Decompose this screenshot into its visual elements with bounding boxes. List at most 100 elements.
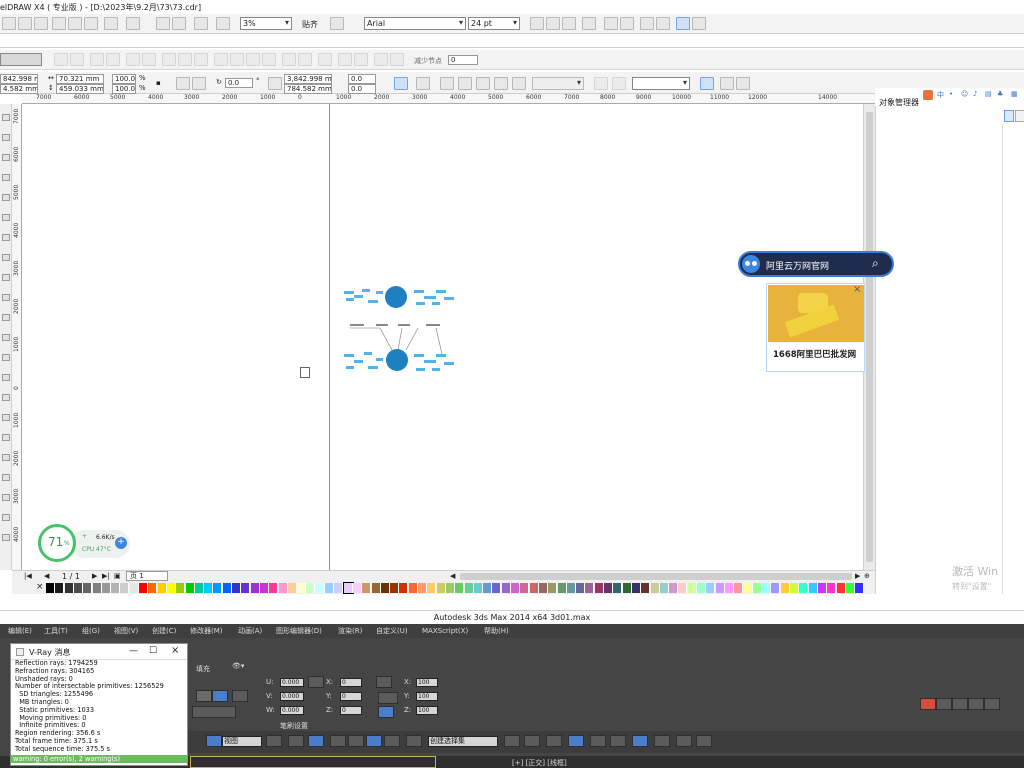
wrap-icon[interactable] — [512, 77, 526, 90]
palette-swatch[interactable] — [278, 583, 288, 593]
palette-swatch[interactable] — [464, 583, 474, 593]
auto-close-icon[interactable] — [262, 53, 276, 66]
style-select[interactable] — [532, 77, 584, 90]
y-position-input[interactable]: 4.582 mm — [0, 84, 38, 94]
outline-icon[interactable] — [458, 77, 472, 90]
palette-swatch[interactable] — [306, 583, 316, 593]
height-input[interactable]: 459.033 mm — [56, 84, 104, 94]
color-eyedropper-icon[interactable] — [720, 77, 734, 90]
palette-swatch[interactable] — [687, 583, 697, 593]
options-icon[interactable] — [330, 17, 344, 30]
unlock-icon[interactable] — [612, 77, 626, 90]
scale-y-input[interactable]: 100 — [416, 692, 438, 701]
palette-swatch[interactable] — [297, 583, 307, 593]
palette-swatch[interactable] — [501, 583, 511, 593]
max-menu-item[interactable]: 动画(A) — [238, 624, 262, 638]
align-icon[interactable] — [378, 706, 394, 718]
ime-keyboard-icon[interactable]: ▤ — [985, 90, 992, 98]
viewport-label[interactable]: [+] [正交] [线框] — [512, 758, 567, 768]
import-icon[interactable] — [156, 17, 170, 30]
palette-swatch[interactable] — [185, 583, 195, 593]
scroll-right-icon[interactable]: ▶ — [855, 572, 860, 580]
palette-swatch[interactable] — [352, 583, 362, 593]
palette-swatch[interactable] — [706, 583, 716, 593]
color-balance-icon[interactable] — [736, 77, 750, 90]
open-icon[interactable] — [18, 17, 32, 30]
palette-swatch[interactable] — [650, 583, 660, 593]
drawing-canvas[interactable] — [22, 104, 863, 570]
ime-logo-icon[interactable] — [923, 90, 933, 100]
ime-punct-icon[interactable]: • — [949, 90, 953, 98]
axis-y-button[interactable] — [196, 690, 212, 702]
palette-swatch[interactable] — [529, 583, 539, 593]
palette-swatch[interactable] — [697, 583, 706, 593]
palette-swatch[interactable] — [557, 583, 567, 593]
palette-swatch[interactable] — [250, 583, 260, 593]
pen-settings-label[interactable]: 笔刷设置 — [280, 721, 308, 731]
toolbox-tool-icon[interactable] — [2, 414, 10, 421]
object-y-input[interactable]: 784.582 mm — [284, 84, 332, 94]
eye-icon[interactable]: 👁▾ — [232, 662, 244, 670]
palette-swatch[interactable] — [817, 583, 827, 593]
palette-swatch[interactable] — [176, 583, 186, 593]
palette-swatch[interactable] — [46, 583, 55, 593]
max-menu-item[interactable]: 视图(V) — [114, 624, 138, 638]
cut-icon[interactable] — [52, 17, 66, 30]
palette-swatch[interactable] — [715, 583, 725, 593]
toolbox-tool-icon[interactable] — [2, 174, 10, 181]
app-launcher-icon[interactable] — [194, 17, 208, 30]
break-curve-icon[interactable] — [106, 53, 120, 66]
scroll-left-icon[interactable]: ◀ — [450, 572, 455, 580]
palette-swatch[interactable] — [520, 583, 530, 593]
hand-tool-icon[interactable] — [700, 77, 714, 90]
render-icon[interactable] — [696, 735, 712, 747]
axis-plane-button[interactable] — [232, 690, 248, 702]
toolbox-tool-icon[interactable] — [2, 214, 10, 221]
palette-swatch[interactable] — [380, 583, 390, 593]
first-page-icon[interactable]: |◀ — [24, 572, 32, 580]
palette-swatch[interactable] — [194, 583, 204, 593]
align-tool-icon[interactable] — [524, 735, 540, 747]
palette-swatch[interactable] — [780, 583, 790, 593]
toolbox-tool-icon[interactable] — [2, 254, 10, 261]
toolbox-tool-icon[interactable] — [2, 394, 10, 401]
toolbox-tool-icon[interactable] — [2, 154, 10, 161]
rotation-angle-input[interactable]: 0.0 — [225, 78, 253, 88]
snap-to-label[interactable]: 贴齐 — [302, 19, 318, 30]
angle-tool-icon[interactable] — [348, 735, 364, 747]
underline-icon[interactable] — [562, 17, 576, 30]
max-menu-item[interactable]: 组(G) — [82, 624, 100, 638]
palette-swatch[interactable] — [836, 583, 846, 593]
palette-swatch[interactable] — [64, 583, 74, 593]
to-curve-icon[interactable] — [142, 53, 156, 66]
axis-constraint-icon[interactable] — [378, 692, 398, 704]
palette-swatch[interactable] — [455, 583, 465, 593]
palette-swatch[interactable] — [315, 583, 325, 593]
close-icon[interactable]: × — [171, 645, 179, 656]
palette-swatch[interactable] — [483, 583, 493, 593]
palette-swatch[interactable] — [511, 583, 520, 593]
dropcap-icon[interactable] — [620, 17, 634, 30]
palette-swatch[interactable] — [418, 583, 427, 593]
toolbox-tool-icon[interactable] — [2, 354, 10, 361]
object-x-input[interactable]: 3,842.998 mm — [284, 74, 332, 84]
join-nodes-icon[interactable] — [90, 53, 104, 66]
palette-swatch[interactable] — [576, 583, 586, 593]
toolbox-tool-icon[interactable] — [2, 514, 10, 521]
node-tool-icon[interactable] — [416, 77, 430, 90]
lock-ratio-icon[interactable]: ▪ — [156, 79, 161, 87]
palette-swatch[interactable] — [669, 583, 679, 593]
last-page-icon[interactable]: ▶| — [102, 572, 110, 580]
mindmap-thumbnail[interactable] — [340, 280, 458, 384]
max-menu-item[interactable]: MAXScript(X) — [422, 624, 468, 638]
toolbox-tool-icon[interactable] — [2, 374, 10, 381]
palette-swatch[interactable] — [641, 583, 651, 593]
node-type-select[interactable] — [0, 53, 42, 66]
width-input[interactable]: 70.321 mm — [56, 74, 104, 84]
char-format-icon[interactable] — [640, 17, 654, 30]
lock-icon[interactable] — [594, 77, 608, 90]
axis-z-button[interactable] — [212, 690, 228, 702]
palette-swatch[interactable] — [538, 583, 548, 593]
palette-swatch[interactable] — [334, 583, 344, 593]
palette-swatch[interactable] — [566, 583, 576, 593]
